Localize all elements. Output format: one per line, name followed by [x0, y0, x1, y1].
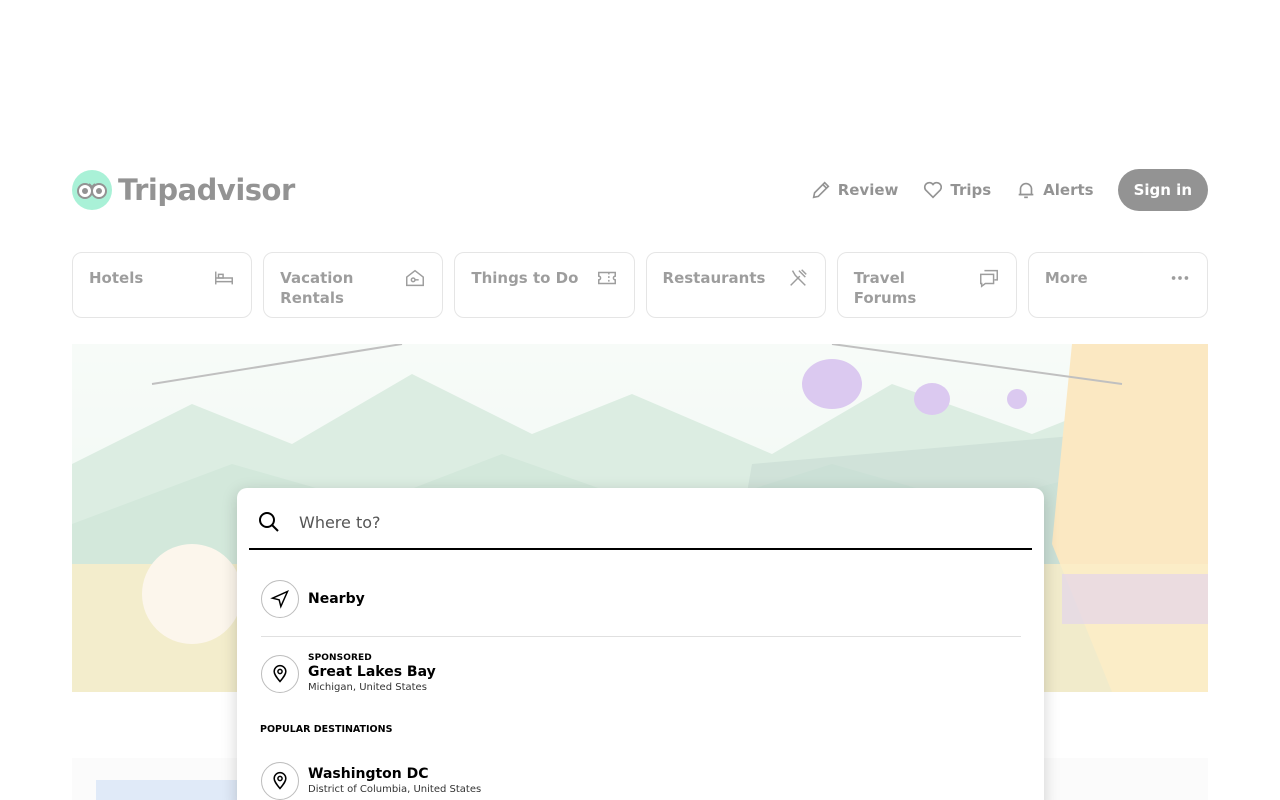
- review-label: Review: [837, 181, 899, 199]
- ticket-icon: [597, 271, 616, 285]
- sign-in-button[interactable]: Sign in: [1117, 169, 1208, 211]
- category-label: Things to Do: [471, 269, 579, 287]
- divider: [261, 636, 1021, 637]
- category-more[interactable]: More: [1027, 252, 1209, 318]
- sponsored-title: Great Lakes Bay: [308, 664, 436, 680]
- review-link[interactable]: Review: [810, 179, 899, 201]
- pin-icon-wrap: [261, 762, 299, 800]
- category-travel-forums[interactable]: Travel Forums: [836, 252, 1017, 318]
- heart-icon: [924, 181, 943, 199]
- category-label: Hotels: [89, 269, 144, 287]
- sponsored-tag: SPONSORED: [308, 653, 372, 663]
- category-vacation-rentals[interactable]: Vacation Rentals: [263, 252, 444, 318]
- category-tiles: Hotels Vacation Rentals Things to Do Res…: [72, 252, 1209, 320]
- pin-icon-wrap: [261, 654, 299, 693]
- nearby-icon-wrap: [261, 580, 299, 618]
- destination-text: Washington DC District of Columbia, Unit…: [308, 766, 481, 797]
- sponsored-text: SPONSORED Great Lakes Bay Michigan, Unit…: [308, 652, 436, 695]
- search-input[interactable]: [297, 511, 1001, 533]
- destination-title: Washington DC: [308, 765, 429, 782]
- trips-label: Trips: [950, 181, 992, 199]
- navigation-arrow-icon: [270, 590, 289, 609]
- category-things-to-do[interactable]: Things to Do: [454, 252, 635, 318]
- chat-icon: [979, 269, 998, 288]
- destination-subtitle: District of Columbia, United States: [308, 783, 482, 795]
- category-label: Vacation Rentals: [280, 269, 354, 307]
- alerts-label: Alerts: [1043, 181, 1094, 199]
- utensils-icon: [789, 269, 807, 286]
- category-hotels[interactable]: Hotels: [72, 252, 253, 318]
- nearby-text: Nearby: [308, 591, 365, 608]
- map-pin-icon: [273, 771, 287, 790]
- house-icon: [406, 269, 425, 287]
- bell-icon: [1018, 182, 1034, 199]
- sponsored-option[interactable]: SPONSORED Great Lakes Bay Michigan, Unit…: [261, 652, 436, 695]
- category-label: Restaurants: [662, 269, 766, 287]
- alerts-link[interactable]: Alerts: [1015, 179, 1094, 201]
- logo[interactable]: Tripadvisor: [72, 170, 295, 210]
- category-restaurants[interactable]: Restaurants: [645, 252, 826, 318]
- header-nav: Review Trips Alerts Sign in: [810, 169, 1208, 211]
- trips-link[interactable]: Trips: [922, 179, 991, 201]
- below-fold-strip: [96, 780, 256, 800]
- more-icon: [1171, 276, 1189, 280]
- category-label: Travel Forums: [853, 269, 917, 307]
- sponsored-subtitle: Michigan, United States: [308, 682, 427, 693]
- bed-icon: [215, 271, 234, 285]
- page: Tripadvisor Review Trips Alerts Sign in …: [0, 0, 1280, 800]
- search-icon: [259, 512, 279, 532]
- logo-text: Tripadvisor: [118, 173, 295, 207]
- popular-destinations-heading: POPULAR DESTINATIONS: [260, 724, 393, 735]
- pencil-icon: [812, 181, 830, 199]
- destination-option[interactable]: Washington DC District of Columbia, Unit…: [261, 762, 481, 800]
- map-pin-icon: [273, 664, 287, 683]
- search-bar: [249, 496, 1032, 550]
- category-label: More: [1044, 269, 1088, 287]
- search-dropdown: Nearby SPONSORED Great Lakes Bay Michiga…: [237, 488, 1044, 800]
- site-header: Tripadvisor Review Trips Alerts Sign in: [72, 168, 1208, 212]
- nearby-option[interactable]: Nearby: [261, 580, 365, 618]
- owl-logo-icon: [72, 170, 112, 210]
- nearby-label: Nearby: [308, 590, 365, 607]
